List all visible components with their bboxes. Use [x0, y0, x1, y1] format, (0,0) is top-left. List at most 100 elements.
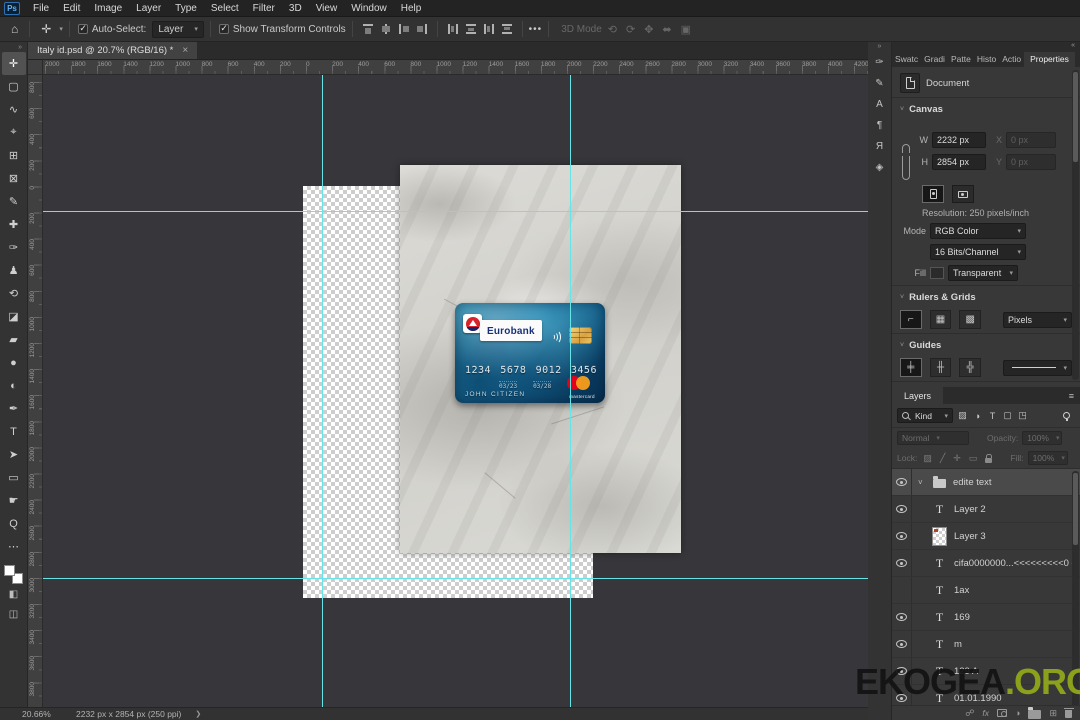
blend-mode-dropdown[interactable]: Normal ▾ — [897, 431, 969, 445]
3d-slide-icon[interactable]: ⬌ — [662, 23, 671, 36]
guide-horizontal-1[interactable] — [43, 211, 868, 212]
auto-select-checkbox[interactable] — [77, 23, 88, 34]
toggle-pixel-grid-button[interactable]: ▩ — [959, 310, 982, 329]
object-selection-tool[interactable]: ⌖ — [2, 121, 26, 144]
expand-arrow-icon[interactable]: ˅ — [918, 478, 926, 487]
layer-name[interactable]: Layer 3 — [954, 531, 986, 542]
y-field[interactable]: 0 px — [1006, 154, 1056, 170]
lock-all-icon[interactable] — [985, 454, 993, 463]
toggle-rulers-button[interactable]: ⌐ — [900, 310, 922, 329]
layer-row-169[interactable]: T 169 — [892, 604, 1080, 631]
menu-item[interactable]: Help — [394, 3, 429, 14]
layer-group-edite-text[interactable]: ˅ edite text — [892, 469, 1080, 496]
gradient-tool[interactable]: ▰ — [2, 328, 26, 351]
filter-adjustment-layers-icon[interactable]: ◑ — [970, 409, 985, 423]
libraries-panel-icon[interactable]: ◈ — [870, 157, 890, 178]
frame-tool[interactable]: ⊠ — [2, 167, 26, 190]
visibility-toggle[interactable] — [892, 577, 912, 603]
canvas-section-header[interactable]: ˅ Canvas — [892, 97, 1080, 117]
clone-stamp-tool[interactable]: ♟ — [2, 259, 26, 282]
document-tab[interactable]: Italy id.psd @ 20.7% (RGB/16) * × — [28, 42, 198, 59]
guide-vertical-1[interactable] — [322, 75, 323, 707]
lasso-tool[interactable]: ∿ — [2, 98, 26, 121]
lock-pixels-icon[interactable]: ╱ — [938, 453, 947, 464]
healing-brush-tool[interactable]: ✚ — [2, 213, 26, 236]
visibility-toggle[interactable] — [892, 604, 912, 630]
layer-row-layer-2[interactable]: T Layer 2 — [892, 496, 1080, 523]
portrait-orientation-button[interactable] — [922, 185, 944, 203]
vertical-ruler[interactable]: 800 600 400 200 0 200 400 600 800 1000 1200 1400 160… — [28, 75, 43, 707]
move-tool-icon[interactable]: ✛ — [36, 22, 56, 36]
layer-row-1ax[interactable]: T 1ax — [892, 577, 1080, 604]
horizontal-ruler[interactable]: 2000 1800 1600 1400 1200 1000 800 600 400 200 0 200… — [43, 60, 868, 75]
new-group-icon[interactable] — [1028, 707, 1042, 719]
marquee-tool[interactable]: ▢ — [2, 75, 26, 98]
filter-pixel-layers-icon[interactable]: ▨ — [955, 409, 970, 423]
home-icon[interactable]: ⌂ — [6, 22, 23, 36]
link-dimensions-icon[interactable] — [901, 144, 911, 180]
layer-name[interactable]: 1ax — [954, 585, 969, 596]
layer-style-icon[interactable]: fx — [982, 708, 989, 718]
x-field[interactable]: 0 px — [1006, 132, 1056, 148]
zoom-level-field[interactable]: 20.66% — [22, 709, 62, 719]
filter-type-layers-icon[interactable]: T — [985, 409, 1000, 423]
layer-name[interactable]: 169 — [954, 612, 970, 623]
layer-row-cifa[interactable]: T cifa0000000...<<<<<<<<<0 d — [892, 550, 1080, 577]
ruler-origin-corner[interactable] — [28, 60, 43, 75]
fill-field[interactable]: 100% ▾ — [1027, 451, 1068, 465]
layer-name[interactable]: Layer 2 — [954, 504, 986, 515]
bit-depth-dropdown[interactable]: 16 Bits/Channel ▾ — [930, 244, 1026, 260]
lock-guides-button[interactable]: ╫ — [929, 358, 952, 377]
canvas-area[interactable]: Eurobank 1234 5678 9012 3456 03/23 03/28 JO… — [43, 75, 868, 707]
adjustment-layer-icon[interactable]: ◑ — [1015, 708, 1020, 718]
3d-camera-icon[interactable]: ▣ — [681, 23, 691, 36]
menu-item[interactable]: File — [26, 3, 56, 14]
distribute-vertical-icon[interactable] — [447, 23, 459, 35]
brushes-panel-icon[interactable]: ✎ — [870, 73, 890, 94]
filter-shape-layers-icon[interactable]: ▢ — [1000, 409, 1015, 423]
panel-tab[interactable]: Gradi — [921, 52, 948, 67]
history-brush-tool[interactable]: ⟲ — [2, 282, 26, 305]
close-icon[interactable]: × — [182, 45, 188, 56]
menu-item[interactable]: Image — [87, 3, 129, 14]
tab-properties[interactable]: Properties — [1024, 52, 1075, 67]
path-selection-tool[interactable]: ➤ — [2, 443, 26, 466]
layer-name[interactable]: m — [954, 639, 962, 650]
distribute-left-icon[interactable] — [483, 23, 495, 35]
align-top-icon[interactable] — [362, 23, 374, 35]
align-right-icon[interactable] — [416, 23, 428, 35]
guide-horizontal-2[interactable] — [43, 578, 868, 579]
status-chevron-icon[interactable]: ❯ — [195, 710, 201, 718]
link-layers-icon[interactable]: ☍ — [965, 708, 974, 719]
width-field[interactable]: 2232 px — [932, 132, 986, 148]
color-mode-dropdown[interactable]: RGB Color ▾ — [930, 223, 1026, 239]
chevron-down-icon[interactable]: ▾ — [59, 25, 63, 33]
character-panel-icon[interactable]: A — [870, 94, 890, 115]
panel-tab[interactable]: Histo — [974, 52, 999, 67]
clear-guides-button[interactable]: ╬ — [959, 358, 982, 377]
landscape-orientation-button[interactable] — [952, 185, 974, 203]
more-align-options-button[interactable]: ••• — [529, 24, 543, 35]
filter-smart-objects-icon[interactable]: ◳ — [1015, 409, 1030, 423]
layers-menu-icon[interactable]: ≡ — [1069, 391, 1080, 401]
shape-tool[interactable]: ▭ — [2, 466, 26, 489]
menu-item[interactable]: Layer — [129, 3, 168, 14]
visibility-toggle[interactable] — [892, 550, 912, 576]
type-tool[interactable]: T — [2, 420, 26, 443]
layer-name[interactable]: edite text — [953, 477, 992, 488]
lock-position-icon[interactable]: ✛ — [951, 453, 963, 464]
crop-tool[interactable]: ⊞ — [2, 144, 26, 167]
foreground-color-swatch[interactable] — [4, 565, 15, 576]
tab-layers[interactable]: Layers — [892, 387, 944, 404]
panel-tab[interactable]: Patte — [948, 52, 974, 67]
3d-orbit-icon[interactable]: ⟲ — [608, 23, 617, 36]
eraser-tool[interactable]: ◪ — [2, 305, 26, 328]
move-tool[interactable]: ✛ — [1, 52, 26, 75]
opacity-field[interactable]: 100% ▾ — [1022, 431, 1063, 445]
guide-style-dropdown[interactable]: ▾ — [1003, 359, 1073, 376]
fill-dropdown[interactable]: Transparent ▾ — [948, 265, 1018, 281]
zoom-tool[interactable]: Q — [2, 512, 26, 535]
delete-layer-icon[interactable] — [1063, 707, 1074, 718]
blur-tool[interactable]: ● — [2, 351, 26, 374]
3d-roll-icon[interactable]: ⟳ — [626, 23, 635, 36]
